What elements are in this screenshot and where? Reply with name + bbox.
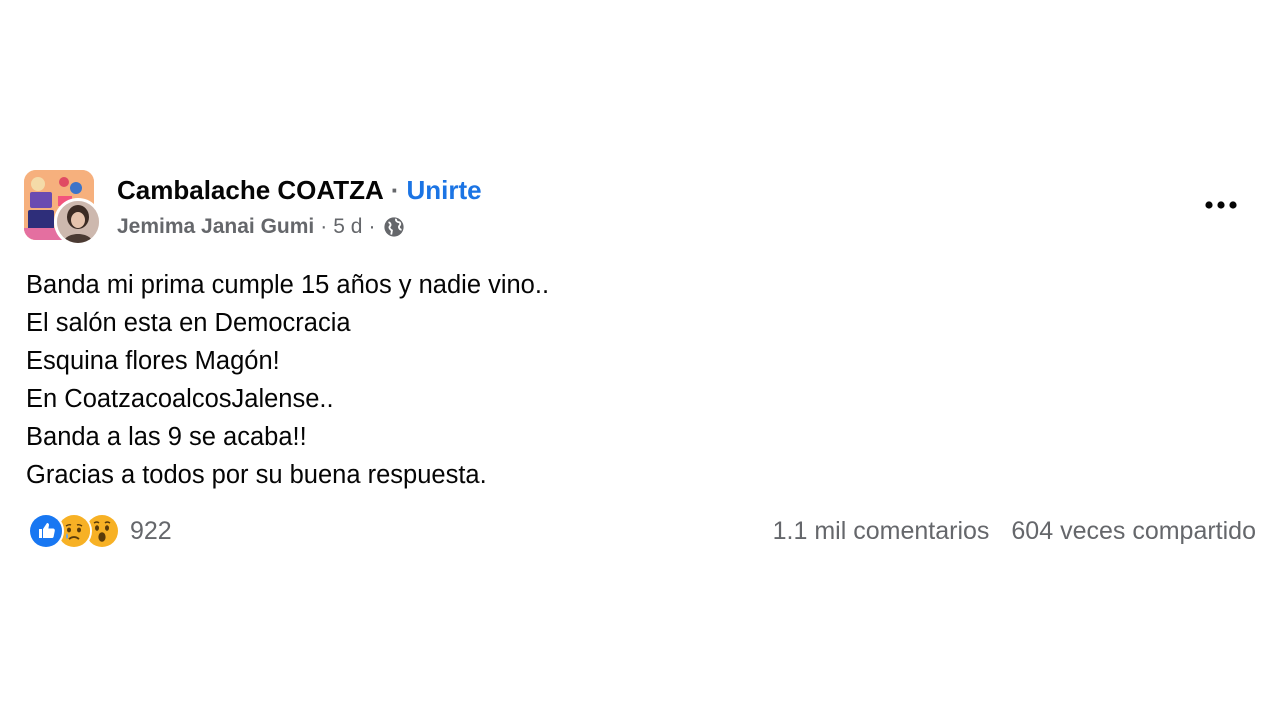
author-name-link[interactable]: Jemima Janai Gumi <box>117 215 314 239</box>
post-timestamp[interactable]: 5 d <box>333 215 362 239</box>
more-options-icon[interactable] <box>1202 194 1240 216</box>
post-text-line: En CoatzacoalcosJalense.. <box>26 385 334 413</box>
meta-separator: · <box>320 215 328 238</box>
group-name-link[interactable]: Cambalache COATZA <box>117 175 384 206</box>
title-separator: · <box>390 174 400 205</box>
post-text-line: Banda a las 9 se acaba!! <box>26 423 307 451</box>
post-text-line: Banda mi prima cumple 15 años y nadie vi… <box>26 271 550 299</box>
post-text-line: Esquina flores Magón! <box>26 347 280 375</box>
post-avatars <box>24 170 102 246</box>
meta-separator: · <box>368 215 376 238</box>
like-icon <box>28 513 64 549</box>
post-meta: Jemima Janai Gumi · 5 d · <box>117 213 405 241</box>
post-message: Banda mi prima cumple 15 años y nadie vi… <box>26 266 1226 494</box>
shares-count-link[interactable]: 604 veces compartido <box>1011 517 1256 546</box>
feed-post: Cambalache COATZA · Unirte Jemima Janai … <box>0 0 1280 720</box>
join-group-button[interactable]: Unirte <box>406 175 481 206</box>
post-header-title: Cambalache COATZA · Unirte <box>117 173 482 207</box>
globe-icon[interactable] <box>383 216 405 238</box>
reaction-count[interactable]: 922 <box>130 517 172 546</box>
reactions-summary[interactable]: 922 <box>28 512 172 550</box>
author-avatar[interactable] <box>54 198 102 246</box>
post-stats: 1.1 mil comentarios 604 veces compartido <box>773 514 1256 548</box>
post-text-line: Gracias a todos por su buena respuesta. <box>26 461 487 489</box>
comments-count-link[interactable]: 1.1 mil comentarios <box>773 517 990 546</box>
post-text-line: El salón esta en Democracia <box>26 309 351 337</box>
